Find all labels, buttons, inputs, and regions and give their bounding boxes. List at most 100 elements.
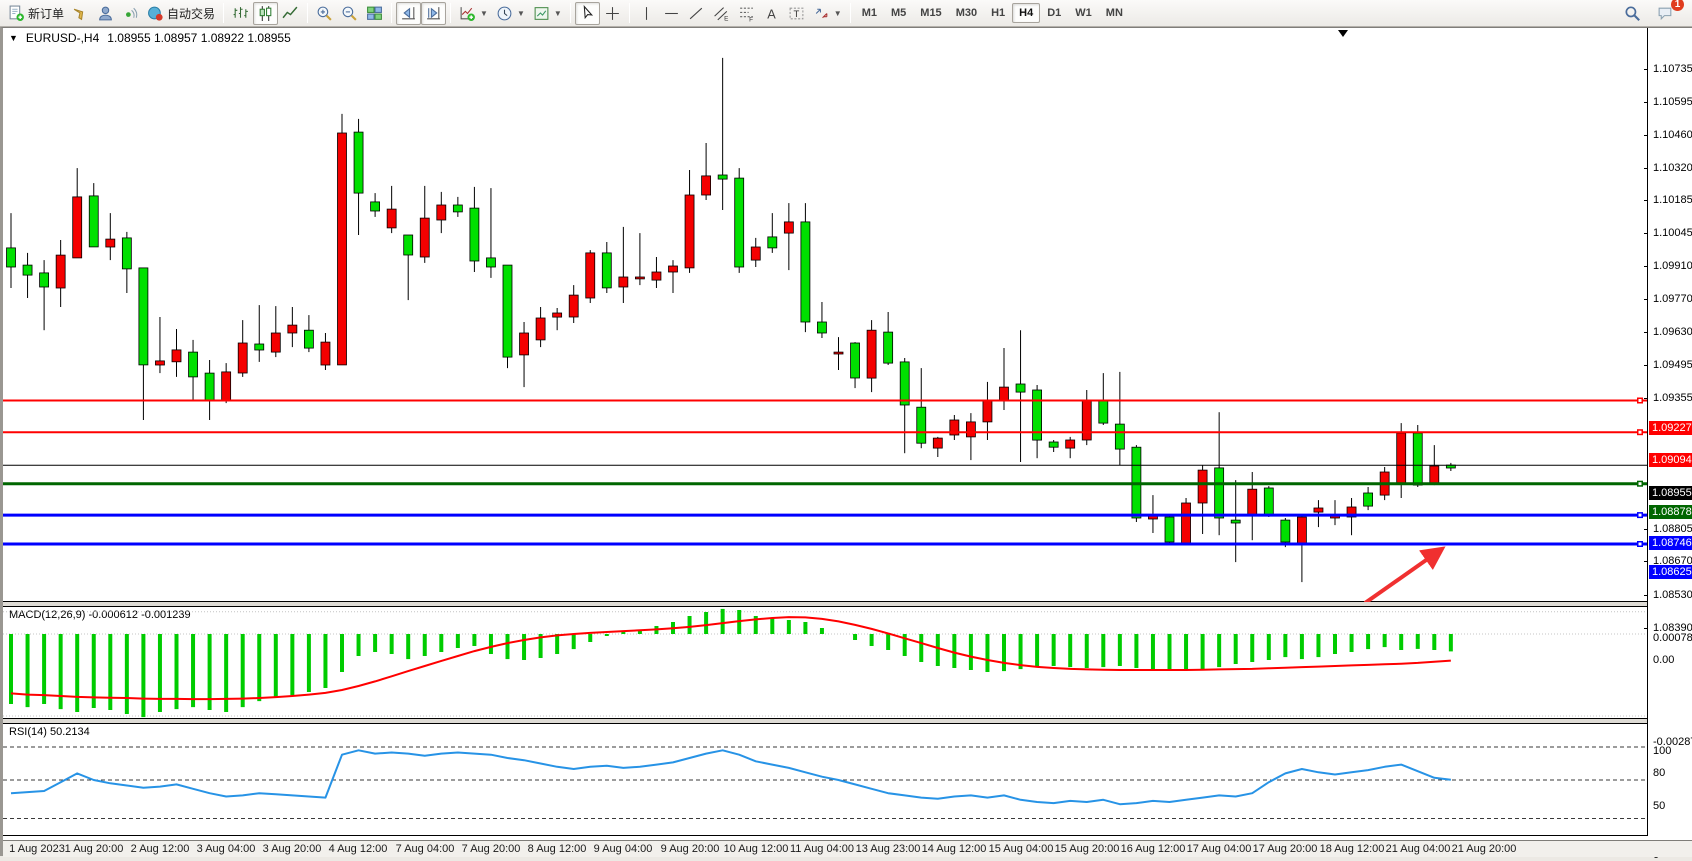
cursor-button[interactable]: [575, 2, 600, 25]
funnel-button[interactable]: [68, 2, 93, 25]
line-chart-button[interactable]: [278, 2, 303, 25]
profile-button[interactable]: [93, 2, 118, 25]
timeframe-w1[interactable]: W1: [1068, 3, 1099, 23]
chart-shift-button[interactable]: [421, 2, 446, 25]
price-tick-label: 1.10735: [1653, 63, 1692, 75]
periods-button[interactable]: ▼: [492, 2, 529, 25]
label-button[interactable]: T: [784, 2, 809, 25]
time-tick-label: 21 Aug 20:00: [1452, 843, 1517, 855]
main-price-pane[interactable]: ▼ EURUSD-,H4 1.08955 1.08957 1.08922 1.0…: [3, 28, 1647, 602]
cursor-icon: [579, 5, 596, 22]
price-tick-label: 1.09495: [1653, 359, 1692, 371]
shapes-button[interactable]: ▼: [809, 2, 846, 25]
auto-scroll-button[interactable]: [396, 2, 421, 25]
crosshair-button[interactable]: [600, 2, 625, 25]
timeframe-h1[interactable]: H1: [984, 3, 1012, 23]
time-tick-label: 16 Aug 12:00: [1121, 843, 1186, 855]
fibonacci-button[interactable]: F: [734, 2, 759, 25]
rsi-tick-label: 100: [1653, 745, 1671, 757]
time-tick-label: 8 Aug 12:00: [528, 843, 587, 855]
candles-layer[interactable]: [3, 28, 1647, 602]
chevron-down-icon[interactable]: ▼: [834, 9, 842, 18]
signal-icon: [122, 5, 139, 22]
toolbar-separator: [307, 3, 308, 23]
toolbar: 新订单 自动交易 ▼ ▼ ▼ EFAT ▼ M1M5M15M30H1H4D1W1MN 1: [0, 0, 1692, 27]
time-tick-label: 7 Aug 20:00: [462, 843, 521, 855]
toolbar-group-pointer: [575, 0, 625, 27]
chat-button[interactable]: 1: [1653, 2, 1678, 25]
axis-tick: [1644, 200, 1648, 201]
candlestick-button[interactable]: [253, 2, 278, 25]
channel-icon: E: [713, 5, 730, 22]
timeframe-h4[interactable]: H4: [1012, 3, 1040, 23]
signal-button[interactable]: [118, 2, 143, 25]
toolbar-separator: [850, 3, 851, 23]
chart-window[interactable]: ▼ EURUSD-,H4 1.08955 1.08957 1.08922 1.0…: [0, 27, 1692, 856]
vertical-line-button[interactable]: [634, 2, 659, 25]
toolbar-group-insert: ▼ ▼ ▼: [455, 0, 566, 27]
timeframe-m1[interactable]: M1: [855, 3, 884, 23]
bar-chart-icon: [232, 5, 249, 22]
axis-tick: [1644, 561, 1648, 562]
macd-tick-label: 0.00078: [1653, 632, 1692, 644]
price-axis[interactable]: 1.107351.105951.104601.103201.101851.100…: [1647, 28, 1692, 836]
price-tick-label: 1.10595: [1653, 96, 1692, 108]
time-axis[interactable]: 1 Aug 20231 Aug 20:002 Aug 12:003 Aug 04…: [3, 840, 1692, 857]
price-tag-support-1: 1.08746: [1649, 536, 1692, 550]
price-tick-label: 1.09770: [1653, 293, 1692, 305]
axis-tick: [1644, 299, 1648, 300]
search-button[interactable]: [1620, 2, 1645, 25]
toolbar-group-trade: 新订单 自动交易: [4, 0, 219, 27]
trendline-button[interactable]: [684, 2, 709, 25]
time-tick-label: 14 Aug 12:00: [922, 843, 987, 855]
time-tick-label: 13 Aug 23:00: [856, 843, 921, 855]
price-tag-resistance-1: 1.09227: [1649, 421, 1692, 435]
timeframe-m5[interactable]: M5: [884, 3, 913, 23]
auto-trading-button[interactable]: 自动交易: [143, 2, 219, 25]
timeframe-d1[interactable]: D1: [1040, 3, 1068, 23]
zoom-in-button[interactable]: [312, 2, 337, 25]
chevron-down-icon[interactable]: ▼: [554, 9, 562, 18]
time-tick-label: 2 Aug 12:00: [131, 843, 190, 855]
shapes-icon: [813, 5, 830, 22]
button-label: 自动交易: [167, 5, 215, 22]
chevron-down-icon[interactable]: ▼: [480, 9, 488, 18]
fibonacci-icon: F: [738, 5, 755, 22]
macd-pane[interactable]: MACD(12,26,9) -0.000612 -0.001239: [3, 606, 1647, 719]
price-tick-label: 1.10045: [1653, 227, 1692, 239]
price-tag-support-2: 1.08625: [1649, 565, 1692, 579]
timeframe-group: M1M5M15M30H1H4D1W1MN: [855, 0, 1130, 27]
price-tick-label: 1.10460: [1653, 129, 1692, 141]
bar-chart-button[interactable]: [228, 2, 253, 25]
rsi-pane[interactable]: RSI(14) 50.2134: [3, 723, 1647, 836]
rsi-tick-label: 50: [1653, 800, 1665, 812]
notification-badge: 1: [1671, 0, 1684, 11]
timeframe-mn[interactable]: MN: [1099, 3, 1130, 23]
tile-windows-button[interactable]: [362, 2, 387, 25]
time-tick-label: 3 Aug 20:00: [263, 843, 322, 855]
chart-shift-marker: [1338, 30, 1348, 37]
new-order-button[interactable]: 新订单: [4, 2, 68, 25]
timeframe-m30[interactable]: M30: [949, 3, 984, 23]
channel-button[interactable]: E: [709, 2, 734, 25]
toolbar-separator: [223, 3, 224, 23]
horizontal-line-button[interactable]: [659, 2, 684, 25]
zoom-out-button[interactable]: [337, 2, 362, 25]
annotation-arrow: [1365, 551, 1439, 602]
vertical-line-icon: [638, 5, 655, 22]
price-tag-bid-price: 1.08955: [1649, 486, 1692, 500]
indicators-icon: [459, 5, 476, 22]
price-tick-label: 1.09630: [1653, 326, 1692, 338]
text-button[interactable]: A: [759, 2, 784, 25]
templates-button[interactable]: ▼: [529, 2, 566, 25]
indicators-button[interactable]: ▼: [455, 2, 492, 25]
rsi-tick-label: 80: [1653, 767, 1665, 779]
chevron-down-icon[interactable]: ▼: [517, 9, 525, 18]
timeframe-m15[interactable]: M15: [913, 3, 948, 23]
toolbar-separator: [391, 3, 392, 23]
time-tick-label: 17 Aug 04:00: [1187, 843, 1252, 855]
time-tick-label: 11 Aug 04:00: [790, 843, 854, 855]
price-tick-label: 1.08805: [1653, 523, 1692, 535]
price-tick-label: 1.10320: [1653, 162, 1692, 174]
time-tick-label: 18 Aug 12:00: [1320, 843, 1385, 855]
